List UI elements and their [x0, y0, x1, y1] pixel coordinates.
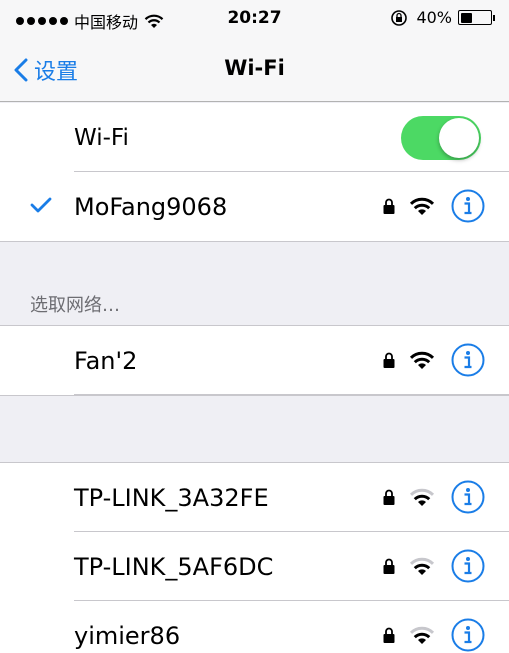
- network-status-icons: [383, 549, 485, 583]
- info-icon[interactable]: [451, 618, 485, 652]
- connected-network-name: MoFang9068: [74, 192, 228, 221]
- toggle-knob: [439, 118, 479, 158]
- network-name: Fan'2: [74, 346, 138, 375]
- wifi-settings-screen: 中国移动 20:27 40% 设置 Wi-Fi Wi-Fi MoFang9068…: [0, 0, 509, 653]
- rotation-lock-icon: [391, 9, 408, 26]
- wifi-signal-icon: [409, 351, 435, 369]
- wifi-toggle-label: Wi-Fi: [74, 124, 129, 151]
- battery-percent: 40%: [416, 8, 452, 27]
- page-title: Wi-Fi: [224, 56, 285, 80]
- wifi-signal-icon: [409, 197, 435, 215]
- navigation-bar: 设置 Wi-Fi: [0, 38, 509, 102]
- network-group-2: TP-LINK_3A32FE TP-LINK_5AF6DC yimier86: [0, 462, 509, 653]
- network-row[interactable]: Fan'2: [0, 326, 509, 395]
- info-icon[interactable]: [451, 189, 485, 223]
- checkmark-icon: [30, 197, 52, 213]
- connected-network-row[interactable]: MoFang9068: [0, 172, 509, 241]
- network-status-icons: [383, 189, 485, 223]
- wifi-toggle-switch[interactable]: [401, 116, 481, 160]
- network-status-icons: [383, 618, 485, 652]
- wifi-signal-icon: [409, 488, 435, 506]
- info-icon[interactable]: [451, 549, 485, 583]
- battery-icon: [458, 10, 495, 25]
- lock-icon: [383, 489, 395, 505]
- network-name: TP-LINK_3A32FE: [74, 483, 269, 512]
- wifi-group: Wi-Fi MoFang9068: [0, 103, 509, 242]
- lock-icon: [383, 627, 395, 643]
- network-row[interactable]: TP-LINK_5AF6DC: [0, 532, 509, 601]
- section-header: 选取网络…: [30, 295, 120, 316]
- network-status-icons: [383, 480, 485, 514]
- status-right: 40%: [390, 8, 495, 27]
- network-name: TP-LINK_5AF6DC: [74, 552, 274, 581]
- network-status-icons: [383, 343, 485, 377]
- wifi-signal-icon: [409, 557, 435, 575]
- network-name: yimier86: [74, 621, 181, 650]
- network-group-1: Fan'2: [0, 325, 509, 396]
- info-icon[interactable]: [451, 480, 485, 514]
- lock-icon: [383, 558, 395, 574]
- lock-icon: [383, 352, 395, 368]
- info-icon[interactable]: [451, 343, 485, 377]
- network-row[interactable]: yimier86: [0, 601, 509, 653]
- wifi-toggle-row: Wi-Fi: [0, 103, 509, 172]
- status-bar: 中国移动 20:27 40%: [0, 0, 509, 38]
- wifi-signal-icon: [409, 626, 435, 644]
- lock-icon: [383, 198, 395, 214]
- network-row[interactable]: TP-LINK_3A32FE: [0, 463, 509, 532]
